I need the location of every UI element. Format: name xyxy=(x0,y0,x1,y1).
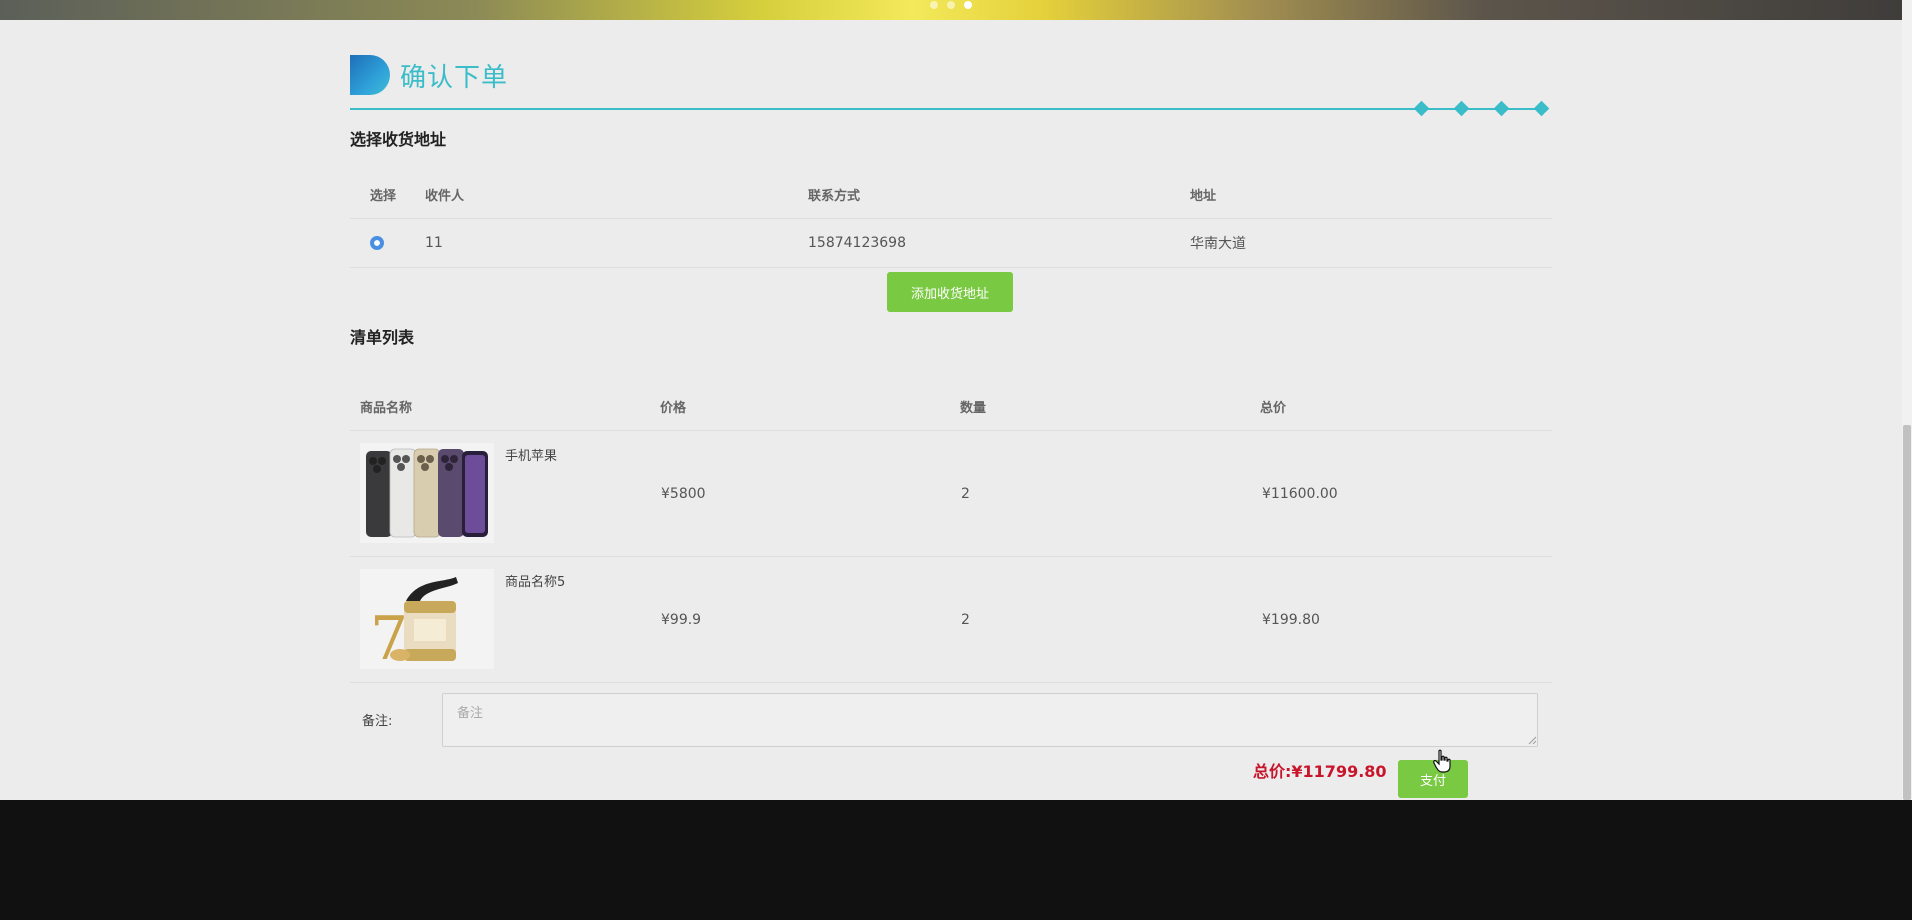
remark-textarea[interactable] xyxy=(442,693,1538,747)
page-title: 确认下单 xyxy=(400,62,509,93)
diamond-ornament-icon xyxy=(1533,100,1550,117)
column-header-product-name: 商品名称 xyxy=(360,400,413,416)
phone-cell: 15874123698 xyxy=(808,235,906,251)
add-address-button[interactable]: 添加收货地址 xyxy=(887,272,1013,312)
diamond-ornament-icon xyxy=(1453,100,1470,117)
page-scrollbar[interactable] xyxy=(1902,0,1912,800)
iphone-product-icon[interactable] xyxy=(360,443,494,543)
page-footer xyxy=(0,800,1912,920)
carousel-dot[interactable] xyxy=(930,1,938,9)
page-title-row: 确认下单 xyxy=(350,54,508,96)
subtotal-cell: ¥199.80 xyxy=(1262,611,1320,628)
table-row: 手机苹果 ¥5800 2 ¥11600.00 xyxy=(350,431,1552,557)
total-value: ¥11799.80 xyxy=(1291,762,1387,781)
column-header-phone: 联系方式 xyxy=(808,188,861,204)
address-table: 选择 收件人 联系方式 地址 11 15874123698 华南大道 xyxy=(350,170,1552,268)
address-cell: 华南大道 xyxy=(1190,236,1246,252)
items-table-header: 商品名称 价格 数量 总价 xyxy=(350,382,1552,431)
banner-carousel xyxy=(0,0,1902,20)
quantity-cell: 2 xyxy=(961,611,970,628)
hand-cursor-icon xyxy=(1433,749,1451,773)
title-badge-icon xyxy=(350,55,390,95)
scrollbar-thumb[interactable] xyxy=(1903,425,1911,800)
column-header-price: 价格 xyxy=(660,400,687,416)
resize-grip-icon[interactable] xyxy=(1528,736,1537,745)
column-header-recipient: 收件人 xyxy=(425,188,465,204)
remark-label: 备注: xyxy=(362,714,393,729)
cream-jar-product-icon[interactable]: 7 xyxy=(360,569,494,669)
quantity-cell: 2 xyxy=(961,485,970,502)
total-label: 总价: xyxy=(1253,762,1292,781)
carousel-dot-active[interactable] xyxy=(964,1,972,9)
carousel-dot[interactable] xyxy=(947,1,955,9)
diamond-ornament-icon xyxy=(1413,100,1430,117)
order-total: 总价:¥11799.80 xyxy=(1253,758,1387,782)
table-row: 7 商品名称5 ¥99.9 2 ¥199.80 xyxy=(350,557,1552,683)
product-name[interactable]: 商品名称5 xyxy=(505,571,565,590)
address-row[interactable]: 11 15874123698 华南大道 xyxy=(350,219,1552,268)
column-header-address: 地址 xyxy=(1190,188,1217,204)
address-table-header: 选择 收件人 联系方式 地址 xyxy=(350,170,1552,219)
address-radio-button[interactable] xyxy=(370,236,384,250)
column-header-quantity: 数量 xyxy=(960,400,987,416)
recipient-cell: 11 xyxy=(425,235,443,251)
title-divider xyxy=(350,108,1544,110)
column-header-subtotal: 总价 xyxy=(1260,400,1287,416)
address-radio-cell xyxy=(370,219,384,267)
column-header-select: 选择 xyxy=(370,188,397,204)
carousel-indicators xyxy=(930,1,972,9)
address-section-title: 选择收货地址 xyxy=(350,130,447,149)
diamond-ornament-icon xyxy=(1493,100,1510,117)
items-table: 商品名称 价格 数量 总价 手机苹果 ¥5800 2 ¥11600.00 7 商… xyxy=(350,382,1552,683)
subtotal-cell: ¥11600.00 xyxy=(1262,485,1338,502)
price-cell: ¥5800 xyxy=(661,485,706,502)
product-name[interactable]: 手机苹果 xyxy=(505,445,557,464)
items-section-title: 清单列表 xyxy=(350,328,415,347)
price-cell: ¥99.9 xyxy=(661,611,702,628)
